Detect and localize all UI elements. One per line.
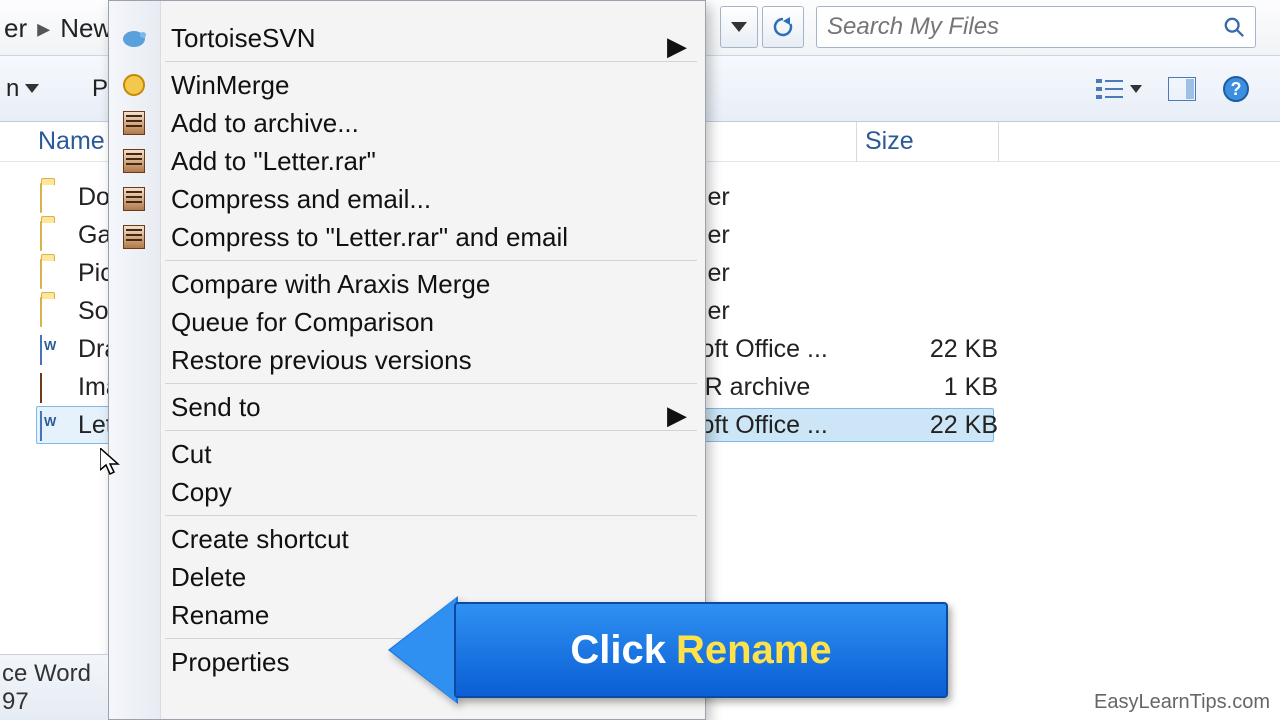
menu-item-queue-comparison[interactable]: Queue for Comparison — [109, 303, 705, 341]
column-header-size[interactable]: Size — [865, 127, 914, 156]
column-divider[interactable] — [998, 122, 999, 162]
winrar-icon — [119, 146, 149, 176]
menu-item-label: WinMerge — [171, 70, 289, 101]
folder-icon — [40, 184, 66, 210]
menu-item-restore-previous[interactable]: Restore previous versions — [109, 341, 705, 379]
menu-item-compress-email[interactable]: Compress and email... — [109, 180, 705, 218]
menu-item-label: Add to "Letter.rar" — [171, 146, 376, 177]
menu-separator — [165, 383, 697, 384]
cursor-icon — [100, 448, 122, 476]
file-type: lder — [688, 221, 858, 250]
word-doc-icon — [40, 336, 66, 362]
preview-pane-icon — [1168, 77, 1196, 101]
watermark: EasyLearnTips.com — [1094, 691, 1270, 714]
callout-arrow-icon — [390, 598, 456, 702]
chevron-down-icon — [25, 84, 39, 93]
menu-separator — [165, 260, 697, 261]
menu-item-label: Compress to "Letter.rar" and email — [171, 222, 568, 253]
file-type: lder — [688, 297, 858, 326]
winrar-icon — [119, 184, 149, 214]
file-size: 22 KB — [918, 411, 998, 440]
callout-body: Click Rename — [454, 602, 948, 698]
file-size: 22 KB — [918, 335, 998, 364]
refresh-icon — [771, 15, 795, 39]
callout-emphasis: Rename — [676, 628, 832, 673]
preview-pane-button[interactable] — [1164, 73, 1200, 105]
submenu-arrow-icon: ▶ — [667, 31, 687, 62]
instruction-callout: Click Rename — [388, 602, 948, 698]
file-type: AR archive — [688, 373, 858, 402]
status-text: ce Word 97 — [2, 660, 108, 716]
menu-item-compare-araxis[interactable]: Compare with Araxis Merge — [109, 265, 705, 303]
refresh-button[interactable] — [762, 6, 804, 48]
winmerge-icon — [119, 70, 149, 100]
rar-archive-icon — [40, 374, 66, 400]
list-view-icon — [1096, 77, 1124, 101]
chevron-down-icon — [731, 22, 747, 32]
svg-text:?: ? — [1231, 79, 1242, 99]
menu-item-add-archive[interactable]: Add to archive... — [109, 104, 705, 142]
toolbar-print-fragment[interactable]: P — [92, 75, 108, 103]
menu-separator — [165, 515, 697, 516]
breadcrumb-separator-icon: ▸ — [31, 13, 56, 44]
file-name: Do — [78, 183, 110, 212]
menu-item-label: Delete — [171, 562, 246, 593]
column-divider[interactable] — [856, 122, 857, 162]
menu-item-label: Add to archive... — [171, 108, 359, 139]
menu-item-copy[interactable]: Copy — [109, 473, 705, 511]
status-bar-fragment: ce Word 97 — [0, 654, 108, 720]
column-header-name[interactable]: Name — [38, 127, 105, 156]
file-type: lder — [688, 183, 858, 212]
word-doc-icon — [40, 412, 66, 438]
menu-item-winmerge[interactable]: WinMerge — [109, 66, 705, 104]
menu-item-delete[interactable]: Delete — [109, 558, 705, 596]
menu-item-label: Queue for Comparison — [171, 307, 434, 338]
file-type: lder — [688, 259, 858, 288]
menu-item-cut[interactable]: Cut — [109, 435, 705, 473]
tortoise-icon — [119, 23, 149, 53]
chevron-down-icon — [1130, 85, 1142, 93]
folder-icon — [40, 222, 66, 248]
menu-item-label: Send to — [171, 392, 261, 423]
file-type: soft Office ... — [688, 335, 858, 364]
menu-item-label: Cut — [171, 439, 211, 470]
path-dropdown-button[interactable] — [720, 6, 758, 48]
menu-item-label: Rename — [171, 600, 269, 631]
search-box[interactable] — [816, 6, 1256, 48]
help-button[interactable]: ? — [1218, 71, 1254, 107]
callout-text: Click — [570, 628, 666, 673]
winrar-icon — [119, 222, 149, 252]
menu-item-label: Compress and email... — [171, 184, 431, 215]
search-input[interactable] — [827, 13, 1223, 41]
menu-item-tortoisesvn[interactable]: TortoiseSVN ▶ — [109, 19, 705, 57]
help-icon: ? — [1222, 75, 1250, 103]
file-name: Ga — [78, 221, 111, 250]
menu-separator — [165, 430, 697, 431]
submenu-arrow-icon: ▶ — [667, 400, 687, 431]
breadcrumb-prev[interactable]: er — [0, 13, 31, 44]
file-size: 1 KB — [918, 373, 998, 402]
menu-item-label: Copy — [171, 477, 232, 508]
menu-item-label: Restore previous versions — [171, 345, 472, 376]
menu-item-compress-named-email[interactable]: Compress to "Letter.rar" and email — [109, 218, 705, 256]
folder-icon — [40, 260, 66, 286]
toolbar-organize-fragment[interactable]: n — [6, 75, 19, 103]
search-icon — [1223, 16, 1245, 38]
menu-item-send-to[interactable]: Send to ▶ — [109, 388, 705, 426]
menu-item-label: TortoiseSVN — [171, 23, 316, 54]
menu-item-add-named-rar[interactable]: Add to "Letter.rar" — [109, 142, 705, 180]
folder-icon — [40, 298, 66, 324]
winrar-icon — [119, 108, 149, 138]
menu-item-label: Compare with Araxis Merge — [171, 269, 490, 300]
menu-item-create-shortcut[interactable]: Create shortcut — [109, 520, 705, 558]
view-options-button[interactable] — [1092, 73, 1146, 105]
menu-item-label: Properties — [171, 647, 290, 678]
file-name: So — [78, 297, 109, 326]
file-type: soft Office ... — [688, 411, 858, 440]
menu-item-label: Create shortcut — [171, 524, 349, 555]
menu-separator — [165, 61, 697, 62]
